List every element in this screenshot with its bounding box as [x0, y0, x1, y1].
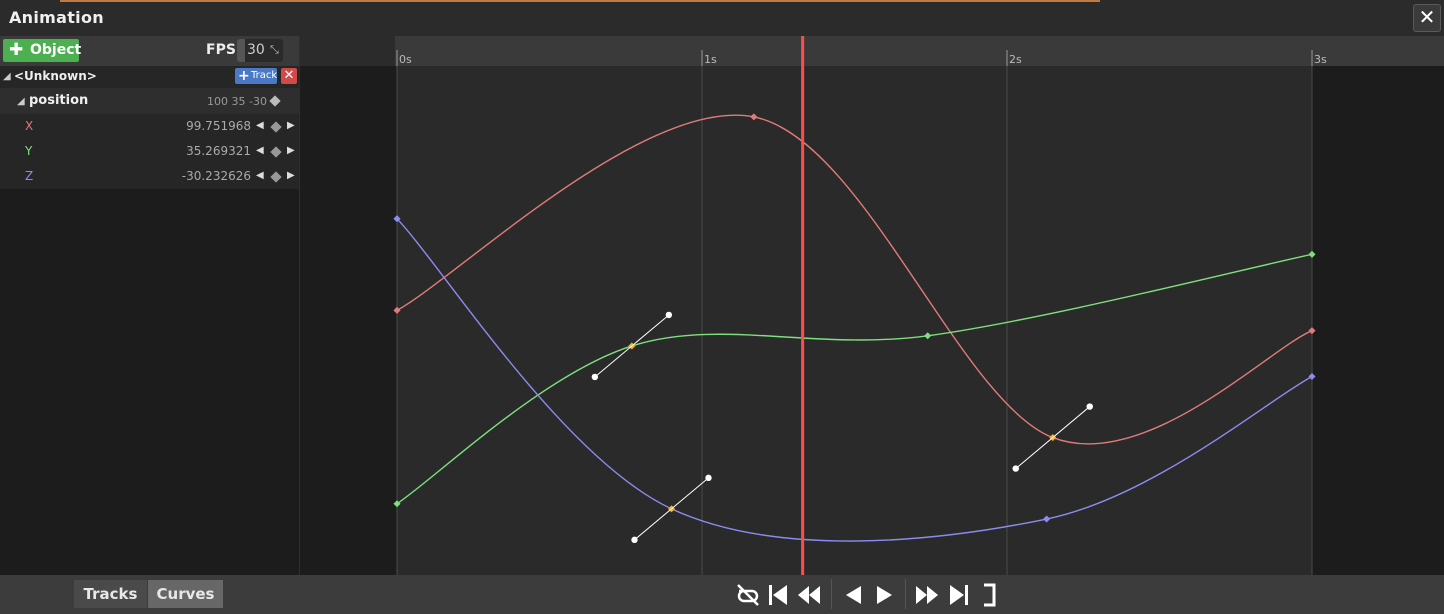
plus-icon: ✚: [9, 40, 24, 60]
axis-name: Y: [25, 144, 33, 158]
fps-drag-handle[interactable]: [237, 39, 245, 62]
fps-value: 30: [247, 42, 265, 58]
loop-off-icon[interactable]: [735, 582, 761, 608]
tangent-handle[interactable]: [665, 311, 673, 319]
track-row-position[interactable]: ◢ position 100 35 -30: [0, 88, 300, 114]
prev-keyframe-icon[interactable]: ◀: [256, 170, 264, 181]
curve-graph[interactable]: [300, 66, 1444, 575]
add-track-label: Track: [251, 70, 278, 81]
tangent-handle[interactable]: [591, 373, 599, 381]
plus-icon: +: [238, 68, 250, 84]
panel-header: ✚ Object FPS 30 ⤡: [0, 36, 300, 66]
add-object-button[interactable]: ✚ Object: [3, 39, 82, 62]
close-button[interactable]: ✕: [1413, 4, 1441, 32]
separator: [905, 579, 906, 609]
ruler-tick-label: 2s: [1009, 53, 1022, 66]
keyframe-diamond-icon[interactable]: [270, 121, 282, 133]
title-accent: [60, 0, 1100, 2]
axis-value[interactable]: 99.751968: [186, 119, 251, 133]
prev-key-icon[interactable]: [796, 582, 822, 608]
prev-keyframe-icon[interactable]: ◀: [256, 120, 264, 131]
separator: [831, 579, 832, 609]
bottom-bar: Tracks Curves: [0, 575, 1444, 614]
delete-object-button[interactable]: ✕: [281, 68, 297, 84]
tangent-handle[interactable]: [1012, 465, 1019, 472]
axis-value[interactable]: 35.269321: [186, 144, 251, 158]
ruler-ticks: 0s 1s 2s 3s: [300, 36, 1327, 66]
track-label: position: [29, 93, 89, 108]
next-keyframe-icon[interactable]: ▶: [287, 145, 295, 156]
add-track-button[interactable]: + Track: [235, 68, 277, 84]
object-row[interactable]: ◢ <Unknown> + Track ✕: [0, 66, 300, 88]
ruler-tick-label: 3s: [1314, 53, 1327, 66]
keyframe-diamond-icon[interactable]: [270, 146, 282, 158]
ruler-tick-label: 1s: [704, 53, 717, 66]
play-forward-icon[interactable]: [872, 582, 898, 608]
fps-input[interactable]: 30 ⤡: [237, 39, 283, 62]
next-key-icon[interactable]: [914, 582, 940, 608]
close-icon: ✕: [283, 68, 295, 83]
object-label: <Unknown>: [14, 69, 97, 83]
tangent-handle[interactable]: [1086, 403, 1093, 410]
range-end-icon[interactable]: [978, 582, 1004, 608]
curve-editor[interactable]: [300, 66, 1444, 575]
keyframe-diamond-icon[interactable]: [270, 171, 282, 183]
time-ruler[interactable]: 0s 1s 2s 3s: [300, 36, 1444, 66]
track-list-panel: ✚ Object FPS 30 ⤡ ◢ <Unknown> + Track ✕ …: [0, 36, 300, 575]
next-keyframe-icon[interactable]: ▶: [287, 170, 295, 181]
jump-to-end-icon[interactable]: [946, 582, 972, 608]
tab-curves[interactable]: Curves: [148, 580, 223, 608]
axis-row-x[interactable]: X 99.751968 ◀ ▶: [0, 114, 300, 139]
tangent-handle[interactable]: [631, 536, 638, 544]
close-icon: ✕: [1418, 5, 1436, 29]
next-keyframe-icon[interactable]: ▶: [287, 120, 295, 131]
add-object-label: Object: [30, 42, 82, 58]
tab-tracks[interactable]: Tracks: [74, 580, 147, 608]
axis-name: X: [25, 119, 34, 133]
title-bar: Animation ✕: [0, 0, 1444, 36]
fps-label: FPS: [206, 42, 236, 58]
track-values: 100 35 -30: [207, 95, 267, 108]
resize-grip-icon: ⤡: [270, 43, 279, 56]
axis-row-z[interactable]: Z -30.232626 ◀ ▶: [0, 164, 300, 189]
prev-keyframe-icon[interactable]: ◀: [256, 145, 264, 156]
ruler-tick-label: 0s: [399, 53, 412, 66]
axis-value[interactable]: -30.232626: [182, 169, 251, 183]
collapse-triangle-icon[interactable]: ◢: [3, 71, 11, 82]
axis-row-y[interactable]: Y 35.269321 ◀ ▶: [0, 139, 300, 164]
time-range-area: [397, 66, 1312, 575]
play-backward-icon[interactable]: [841, 582, 867, 608]
tangent-handle[interactable]: [705, 474, 712, 482]
jump-to-start-icon[interactable]: [765, 582, 791, 608]
window-title: Animation: [9, 8, 104, 27]
keyframe-diamond-icon[interactable]: [269, 95, 281, 107]
collapse-triangle-icon[interactable]: ◢: [17, 96, 25, 107]
axis-name: Z: [25, 169, 34, 183]
